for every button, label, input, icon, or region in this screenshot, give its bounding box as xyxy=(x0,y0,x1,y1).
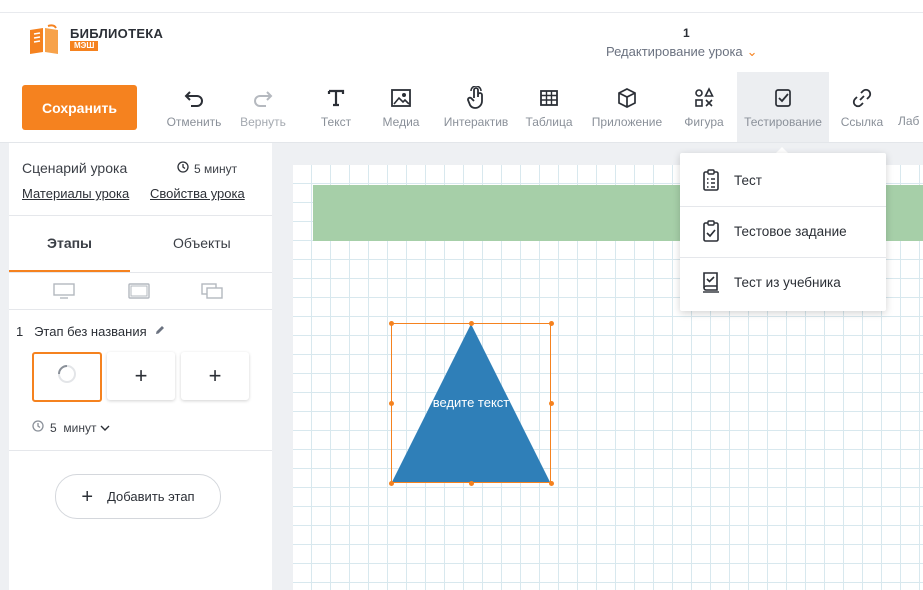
text-tool-button[interactable]: Текст xyxy=(313,72,359,142)
app-header: БИБЛИОТЕКА МЭШ 1 Редактирование урока ⌄ xyxy=(0,0,923,73)
tabs-divider xyxy=(9,272,272,273)
lab-tool-button[interactable]: Лаб xyxy=(898,72,923,142)
stage-divider xyxy=(9,450,272,451)
clock-icon xyxy=(177,161,189,176)
testing-tool-button[interactable]: Тестирование xyxy=(737,72,829,142)
menu-item-test[interactable]: Тест xyxy=(680,155,886,205)
redo-button[interactable]: Вернуть xyxy=(235,72,291,142)
table-tool-button[interactable]: Таблица xyxy=(523,72,575,142)
redo-icon xyxy=(252,85,274,111)
media-icon xyxy=(390,85,412,111)
stage-name: Этап без названия xyxy=(34,324,147,339)
tablet-view-icon[interactable] xyxy=(128,283,150,299)
lab-tool-label: Лаб xyxy=(898,114,920,128)
view-divider xyxy=(9,309,272,310)
pointer-hand-icon xyxy=(466,85,486,111)
media-tool-button[interactable]: Медиа xyxy=(377,72,425,142)
menu-item-textbook-test[interactable]: Тест из учебника xyxy=(680,257,886,307)
scenario-duration-text: 5 минут xyxy=(194,161,238,176)
library-logo-icon[interactable] xyxy=(26,22,62,58)
stage-number: 1 xyxy=(16,324,24,339)
undo-button[interactable]: Отменить xyxy=(163,72,225,142)
app-tool-label: Приложение xyxy=(591,115,663,129)
chevron-down-icon xyxy=(100,421,110,435)
stage-duration-dropdown[interactable]: 5 минут xyxy=(32,420,110,435)
chevron-down-icon: ⌄ xyxy=(746,44,758,59)
clipboard-list-icon xyxy=(700,169,722,191)
logo-badge: МЭШ xyxy=(70,41,99,51)
cube-icon xyxy=(616,85,638,111)
link-icon xyxy=(851,85,873,111)
interactive-tool-button[interactable]: Интерактив xyxy=(440,72,512,142)
media-tool-label: Медиа xyxy=(382,115,420,129)
add-slide-button[interactable]: + xyxy=(107,352,175,400)
slide-thumbnail-loading[interactable] xyxy=(32,352,102,402)
stage-duration-value: 5 xyxy=(50,420,57,435)
resize-handle[interactable] xyxy=(469,321,474,326)
loading-spinner-icon xyxy=(56,363,78,391)
stage-duration-unit: минут xyxy=(63,420,97,435)
desktop-view-icon[interactable] xyxy=(53,283,75,299)
resize-handle[interactable] xyxy=(549,481,554,486)
tab-stages[interactable]: Этапы xyxy=(47,235,92,251)
resize-handle[interactable] xyxy=(549,321,554,326)
app-tool-button[interactable]: Приложение xyxy=(588,72,666,142)
link-tool-button[interactable]: Ссылка xyxy=(838,72,886,142)
add-stage-button[interactable]: + Добавить этап xyxy=(55,474,221,519)
testing-menu: Тест Тестовое задание Тест из учебника xyxy=(680,153,886,311)
triangle-shape[interactable]: ведите текст xyxy=(389,321,554,486)
multi-screen-view-icon[interactable] xyxy=(201,283,223,299)
table-icon xyxy=(539,85,559,111)
lesson-mode-dropdown[interactable]: Редактирование урока ⌄ xyxy=(606,44,758,60)
lesson-mode-label: Редактирование урока xyxy=(606,44,743,59)
shape-text[interactable]: ведите текст xyxy=(391,395,551,410)
sidebar-divider xyxy=(9,215,272,216)
testing-tool-label: Тестирование xyxy=(744,115,822,129)
add-stage-label: Добавить этап xyxy=(107,489,195,504)
clipboard-check-icon xyxy=(700,220,722,242)
resize-handle[interactable] xyxy=(389,481,394,486)
logo-title: БИБЛИОТЕКА xyxy=(70,26,164,41)
lesson-number: 1 xyxy=(683,26,690,40)
scenario-duration: 5 минут xyxy=(177,161,237,176)
materials-link[interactable]: Материалы урока xyxy=(22,186,129,201)
check-square-icon xyxy=(772,85,794,111)
redo-label: Вернуть xyxy=(240,115,286,129)
text-icon xyxy=(326,85,346,111)
book-check-icon xyxy=(700,271,722,293)
add-slide-button[interactable]: + xyxy=(181,352,249,400)
resize-handle[interactable] xyxy=(469,481,474,486)
menu-item-test-task[interactable]: Тестовое задание xyxy=(680,206,886,256)
table-tool-label: Таблица xyxy=(525,115,573,129)
shape-tool-label: Фигура xyxy=(684,115,724,129)
link-tool-label: Ссылка xyxy=(840,115,884,129)
menu-item-test-label: Тест xyxy=(734,172,762,188)
interactive-tool-label: Интерактив xyxy=(443,115,509,129)
menu-item-textbook-test-label: Тест из учебника xyxy=(734,274,841,290)
shape-tool-button[interactable]: Фигура xyxy=(678,72,730,142)
editor-toolbar: Сохранить Отменить Вернуть Текст Медиа И… xyxy=(0,72,923,143)
lesson-sidebar: Сценарий урока 5 минут Материалы урока С… xyxy=(9,143,272,590)
text-tool-label: Текст xyxy=(320,115,352,129)
menu-item-test-task-label: Тестовое задание xyxy=(734,223,847,239)
plus-icon: + xyxy=(81,485,94,508)
pencil-icon[interactable] xyxy=(154,324,166,339)
resize-handle[interactable] xyxy=(389,321,394,326)
scenario-title: Сценарий урока xyxy=(22,160,128,176)
header-divider xyxy=(0,12,923,13)
clock-icon xyxy=(32,420,44,435)
shapes-icon xyxy=(693,85,715,111)
undo-icon xyxy=(183,85,205,111)
undo-label: Отменить xyxy=(166,115,222,129)
properties-link[interactable]: Свойства урока xyxy=(150,186,245,201)
tab-objects[interactable]: Объекты xyxy=(173,235,231,251)
stage-header[interactable]: 1 Этап без названия xyxy=(16,324,166,339)
save-button[interactable]: Сохранить xyxy=(22,85,137,130)
